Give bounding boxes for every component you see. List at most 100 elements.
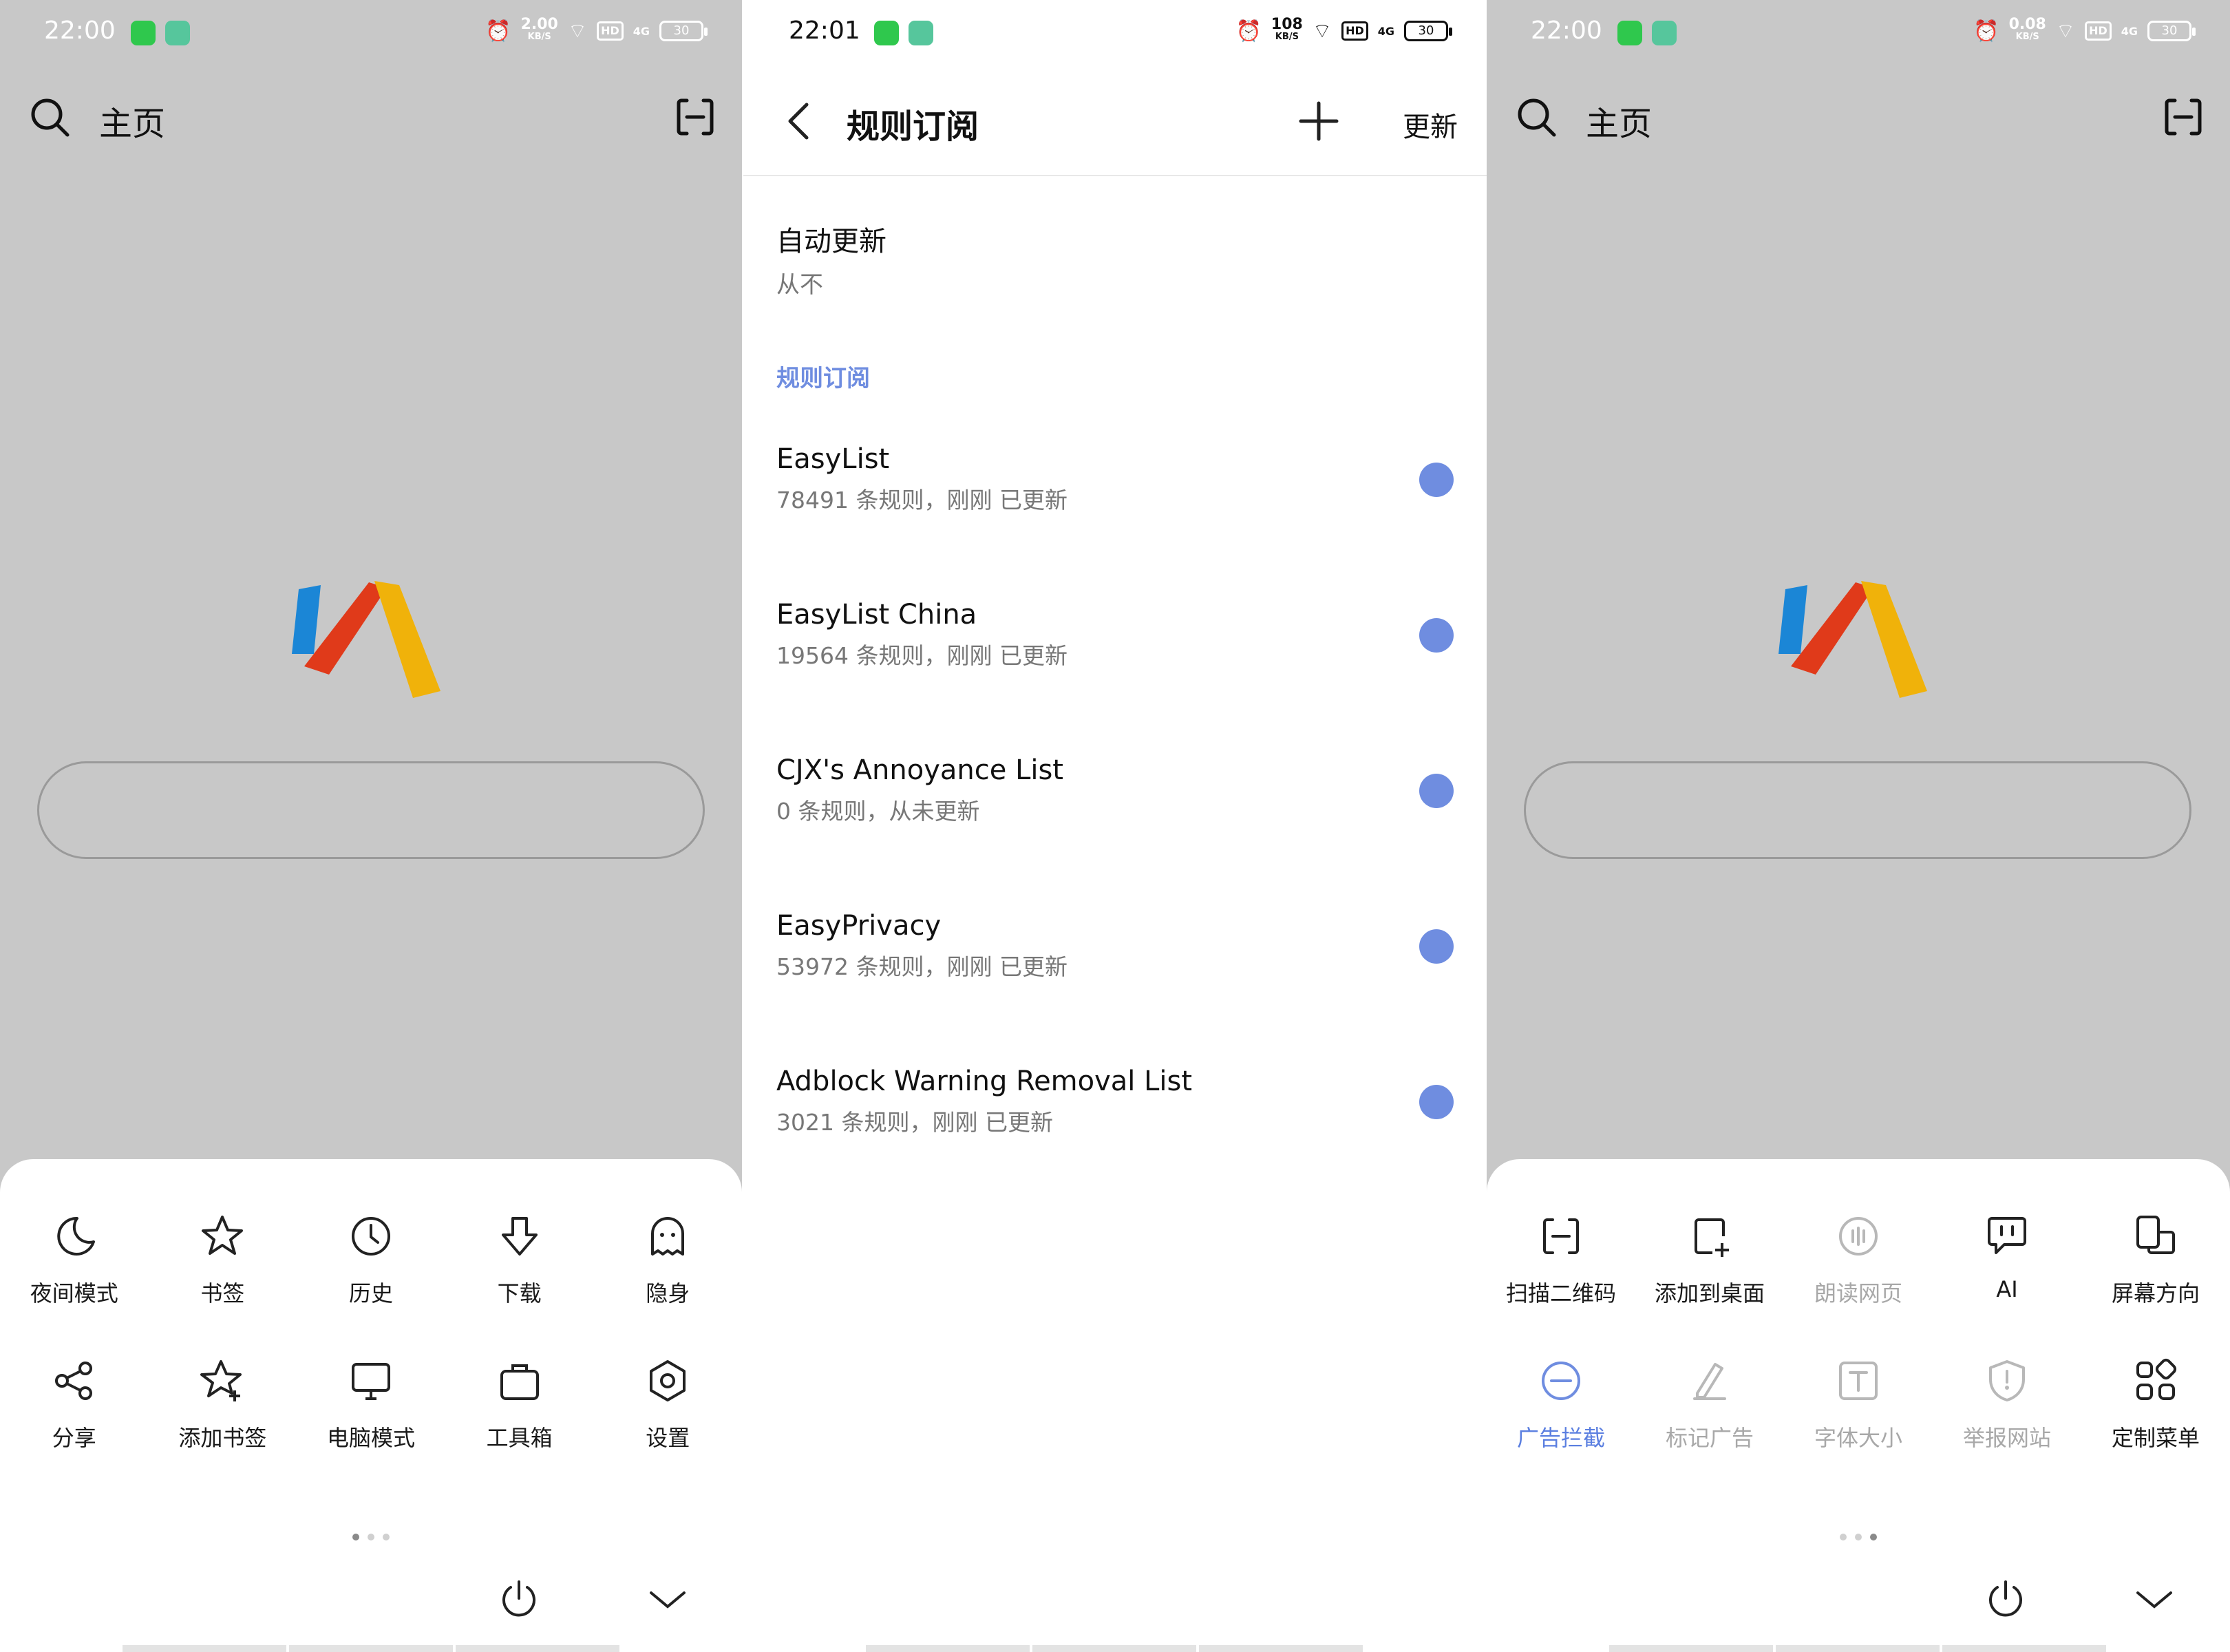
message-app-icon	[874, 21, 899, 45]
menu-item-label: 添加到桌面	[1654, 1280, 1765, 1306]
menu-item-incognito[interactable]: 隐身	[593, 1211, 742, 1308]
chevron-down-icon[interactable]	[2130, 1575, 2179, 1624]
menu-item-ai[interactable]: AI	[1933, 1211, 2081, 1308]
status-bar: 22:00 ⏰ 2.00 KB/S ⌔ HD 4G 30	[0, 0, 742, 66]
read-aloud-icon	[1839, 1217, 1878, 1256]
subscription-detail: 19564 条规则，刚刚 已更新	[776, 642, 1068, 669]
subscription-row[interactable]: Adblock Warning Removal List 3021 条规则，刚刚…	[743, 1066, 1487, 1203]
menu-item-label: 隐身	[646, 1280, 690, 1306]
menu-item-report-site[interactable]: 举报网站	[1933, 1356, 2081, 1452]
menu-item-label: 定制菜单	[2111, 1425, 2200, 1451]
search-icon[interactable]	[28, 95, 72, 139]
address-input[interactable]	[1524, 761, 2191, 859]
network-speed: 108 KB/S	[1271, 16, 1303, 43]
menu-item-screen-orientation[interactable]: 屏幕方向	[2081, 1211, 2230, 1308]
settings-icon	[650, 1360, 686, 1401]
back-arrow-icon[interactable]	[775, 96, 825, 146]
middle-screen: 22:01 ⏰ 108 KB/S ⌔ HD 4G 30 规则订阅 更新 自动更新 …	[743, 0, 1487, 1652]
subscription-row[interactable]: EasyPrivacy 53972 条规则，刚刚 已更新	[743, 910, 1487, 1048]
menu-item-label: 书签	[200, 1280, 245, 1306]
enabled-indicator[interactable]	[1419, 929, 1454, 964]
wifi-icon: ⌔	[2055, 19, 2076, 43]
subscription-row[interactable]: CJX's Annoyance List 0 条规则，从未更新	[743, 754, 1487, 892]
browser-logo	[292, 581, 440, 698]
address-input[interactable]	[37, 761, 705, 859]
menu-item-desktop-mode[interactable]: 电脑模式	[297, 1356, 445, 1452]
wifi-icon: ⌔	[1312, 19, 1332, 43]
menu-item-scan-qr[interactable]: 扫描二维码	[1487, 1211, 1635, 1308]
status-bar: 22:00 ⏰ 0.08 KB/S ⌔ HD 4G 30	[1487, 0, 2230, 66]
menu-item-label: 举报网站	[1962, 1425, 2051, 1451]
menu-item-add-bookmark[interactable]: 添加书签	[149, 1356, 297, 1452]
menu-item-label: 下载	[497, 1280, 542, 1306]
page-indicator	[1840, 1534, 1877, 1540]
update-button[interactable]: 更新	[1403, 105, 1458, 145]
add-icon[interactable]	[1294, 96, 1344, 146]
battery-icon: 30	[659, 21, 708, 41]
gesture-bar	[123, 1645, 619, 1652]
subscription-name: EasyList	[776, 443, 890, 475]
download-icon	[501, 1217, 538, 1256]
scan-icon[interactable]	[2161, 95, 2205, 139]
network-speed: 0.08 KB/S	[2008, 16, 2046, 43]
search-icon[interactable]	[1514, 95, 1558, 139]
alarm-icon: ⏰	[1235, 19, 1262, 43]
menu-item-label: 屏幕方向	[2111, 1280, 2200, 1306]
menu-item-settings[interactable]: 设置	[593, 1356, 742, 1452]
network-speed: 2.00 KB/S	[520, 16, 558, 43]
section-header: 规则订阅	[776, 365, 870, 392]
menu-item-add-to-desktop[interactable]: 添加到桌面	[1635, 1211, 1784, 1308]
menu-item-read-aloud[interactable]: 朗读网页	[1784, 1211, 1933, 1308]
right-screen: 22:00 ⏰ 0.08 KB/S ⌔ HD 4G 30 主页 扫描二维码 添加…	[1487, 0, 2230, 1652]
menu-item-ad-block[interactable]: 广告拦截	[1487, 1356, 1635, 1452]
share-icon	[54, 1362, 92, 1400]
auto-update-value: 从不	[776, 271, 823, 299]
menu-item-share[interactable]: 分享	[0, 1356, 149, 1452]
signal-icon: 4G	[2121, 24, 2138, 38]
menu-item-label: 广告拦截	[1516, 1425, 1605, 1451]
star-plus-icon	[200, 1360, 242, 1401]
subscription-name: EasyPrivacy	[776, 910, 942, 942]
menu-item-customize-menu[interactable]: 定制菜单	[2081, 1356, 2230, 1452]
menu-item-mark-ad[interactable]: 标记广告	[1635, 1356, 1784, 1452]
subscription-name: Adblock Warning Removal List	[776, 1066, 1193, 1097]
subscription-name: EasyList China	[776, 599, 977, 631]
menu-item-label: 朗读网页	[1814, 1280, 1902, 1306]
page-title[interactable]: 主页	[99, 96, 165, 145]
subscription-row[interactable]: EasyList China 19564 条规则，刚刚 已更新	[743, 599, 1487, 737]
menu-item-downloads[interactable]: 下载	[445, 1211, 594, 1308]
subscription-row[interactable]: EasyList 78491 条规则，刚刚 已更新	[743, 443, 1487, 581]
menu-item-history[interactable]: 历史	[297, 1211, 445, 1308]
scan-icon[interactable]	[673, 95, 717, 139]
font-size-icon	[1839, 1362, 1878, 1400]
alarm-icon: ⏰	[1973, 19, 1999, 43]
menu-item-bookmarks[interactable]: 书签	[149, 1211, 297, 1308]
quick-menu-sheet: 扫描二维码 添加到桌面 朗读网页 AI 屏幕方向 广告拦截 标记广告 字体大小 …	[1487, 1159, 2230, 1652]
quick-menu-sheet: 夜间模式 书签 历史 下载 隐身 分享 添加书签 电脑模式 工具箱 设置	[0, 1159, 742, 1652]
enabled-indicator[interactable]	[1419, 774, 1454, 808]
page-title[interactable]: 主页	[1586, 96, 1652, 145]
menu-item-label: 字体大小	[1814, 1425, 1902, 1451]
shield-app-icon	[1652, 21, 1677, 45]
auto-update-setting[interactable]: 自动更新 从不	[776, 219, 886, 299]
power-icon[interactable]	[494, 1575, 544, 1624]
status-time: 22:01	[789, 17, 860, 45]
moon-icon	[57, 1216, 95, 1256]
monitor-icon	[351, 1363, 390, 1400]
home-top-bar: 主页	[0, 83, 742, 149]
menu-item-label: 历史	[348, 1280, 393, 1306]
menu-item-label: 工具箱	[486, 1425, 553, 1451]
app-bar: 规则订阅 更新	[743, 83, 1487, 176]
chevron-down-icon[interactable]	[643, 1575, 692, 1624]
enabled-indicator[interactable]	[1419, 463, 1454, 497]
enabled-indicator[interactable]	[1419, 618, 1454, 653]
home-top-bar: 主页	[1487, 83, 2230, 149]
menu-item-night-mode[interactable]: 夜间模式	[0, 1211, 149, 1308]
power-icon[interactable]	[1981, 1575, 2030, 1624]
menu-item-toolbox[interactable]: 工具箱	[445, 1356, 594, 1452]
clock-icon	[351, 1217, 390, 1256]
menu-item-label: 扫描二维码	[1505, 1280, 1616, 1306]
menu-item-font-size[interactable]: 字体大小	[1784, 1356, 1933, 1452]
enabled-indicator[interactable]	[1419, 1085, 1454, 1119]
status-time: 22:00	[44, 17, 116, 45]
